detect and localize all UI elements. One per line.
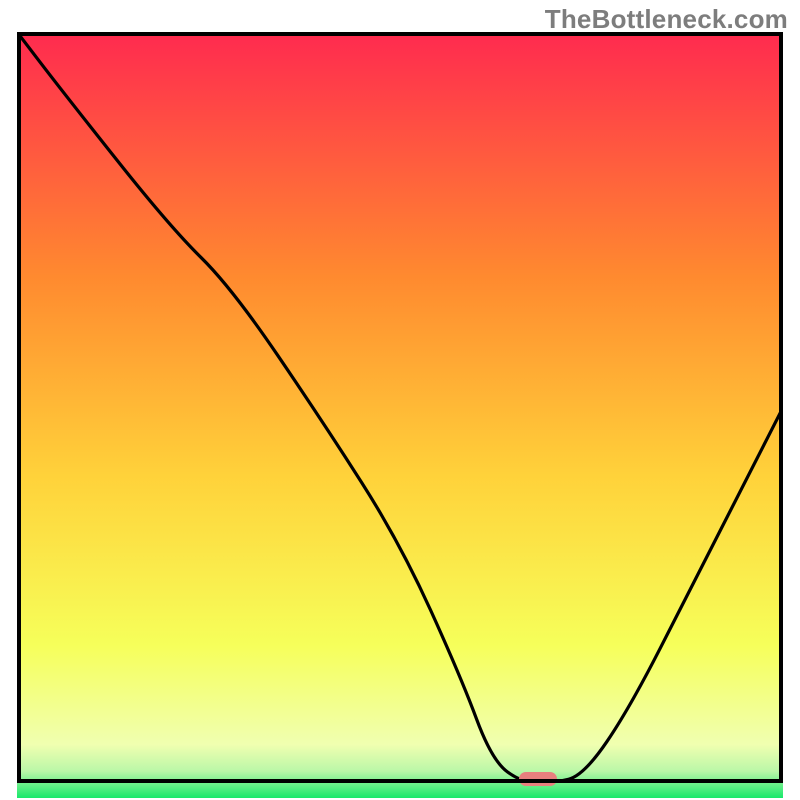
axis-bottom — [17, 779, 783, 783]
bottleneck-curve — [17, 32, 783, 783]
curve-layer — [17, 32, 783, 783]
axis-left — [17, 32, 21, 783]
plot-area — [17, 32, 783, 783]
axis-right — [779, 32, 783, 783]
watermark-text: TheBottleneck.com — [545, 4, 788, 35]
chart-stage: TheBottleneck.com — [0, 0, 800, 800]
axis-top — [17, 32, 783, 36]
